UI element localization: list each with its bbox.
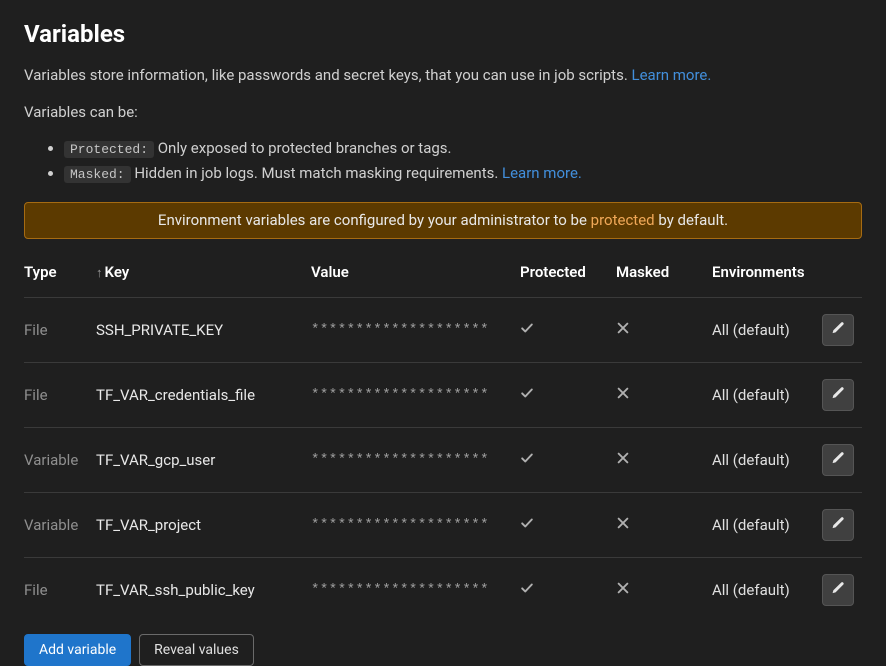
admin-notice: Environment variables are configured by … xyxy=(24,202,862,239)
pencil-icon xyxy=(831,384,845,407)
cell-type: Variable xyxy=(24,493,96,558)
x-icon xyxy=(616,581,630,599)
intro-line-1: Variables store information, like passwo… xyxy=(24,66,632,84)
table-row: File TF_VAR_ssh_public_key *************… xyxy=(24,558,862,623)
cell-value: ******************** xyxy=(311,493,520,558)
col-header-masked: Masked xyxy=(616,249,712,298)
bullet-protected: Protected: Only exposed to protected bra… xyxy=(64,137,862,160)
cell-value: ******************** xyxy=(311,428,520,493)
cell-value: ******************** xyxy=(311,363,520,428)
cell-masked xyxy=(616,558,712,623)
col-header-type: Type xyxy=(24,249,96,298)
check-icon xyxy=(520,386,534,404)
cell-protected xyxy=(520,298,616,363)
x-icon xyxy=(616,451,630,469)
col-header-key-label: Key xyxy=(105,263,130,281)
cell-type: File xyxy=(24,558,96,623)
cell-value: ******************** xyxy=(311,298,520,363)
reveal-values-button[interactable]: Reveal values xyxy=(139,634,254,666)
bullet-masked: Masked: Hidden in job logs. Must match m… xyxy=(64,162,862,185)
cell-key: TF_VAR_credentials_file xyxy=(96,363,311,428)
learn-more-link[interactable]: Learn more. xyxy=(632,66,712,84)
check-icon xyxy=(520,451,534,469)
protected-link[interactable]: protected xyxy=(591,211,655,229)
sort-asc-icon: ↑ xyxy=(96,266,103,281)
intro-line-2: Variables can be: xyxy=(24,101,862,124)
cell-protected xyxy=(520,493,616,558)
edit-button[interactable] xyxy=(822,574,854,606)
pencil-icon xyxy=(831,319,845,342)
cell-type: File xyxy=(24,298,96,363)
col-header-protected: Protected xyxy=(520,249,616,298)
cell-masked xyxy=(616,363,712,428)
learn-more-masking-link[interactable]: Learn more. xyxy=(502,164,582,182)
cell-type: File xyxy=(24,363,96,428)
pencil-icon xyxy=(831,449,845,472)
edit-button[interactable] xyxy=(822,509,854,541)
page-title: Variables xyxy=(24,16,862,52)
edit-button[interactable] xyxy=(822,444,854,476)
table-row: File TF_VAR_credentials_file ***********… xyxy=(24,363,862,428)
x-icon xyxy=(616,321,630,339)
cell-environments: All (default) xyxy=(712,558,822,623)
check-icon xyxy=(520,321,534,339)
check-icon xyxy=(520,581,534,599)
edit-button[interactable] xyxy=(822,379,854,411)
cell-protected xyxy=(520,428,616,493)
x-icon xyxy=(616,386,630,404)
x-icon xyxy=(616,516,630,534)
masked-tag: Masked: xyxy=(64,166,131,183)
cell-key: TF_VAR_ssh_public_key xyxy=(96,558,311,623)
col-header-value: Value xyxy=(311,249,520,298)
cell-value: ******************** xyxy=(311,558,520,623)
cell-environments: All (default) xyxy=(712,493,822,558)
masked-desc: Hidden in job logs. Must match masking r… xyxy=(131,164,502,182)
variables-table: Type ↑Key Value Protected Masked Environ… xyxy=(24,249,862,623)
cell-protected xyxy=(520,558,616,623)
pencil-icon xyxy=(831,514,845,537)
protected-tag: Protected: xyxy=(64,141,154,158)
cell-masked xyxy=(616,493,712,558)
cell-protected xyxy=(520,363,616,428)
table-row: File SSH_PRIVATE_KEY *******************… xyxy=(24,298,862,363)
protected-desc: Only exposed to protected branches or ta… xyxy=(154,139,451,157)
button-row: Add variable Reveal values xyxy=(24,634,862,666)
table-row: Variable TF_VAR_project ****************… xyxy=(24,493,862,558)
cell-environments: All (default) xyxy=(712,428,822,493)
cell-key: SSH_PRIVATE_KEY xyxy=(96,298,311,363)
col-header-environments: Environments xyxy=(712,249,822,298)
pencil-icon xyxy=(831,579,845,602)
admin-notice-suffix: by default. xyxy=(655,211,728,229)
cell-key: TF_VAR_project xyxy=(96,493,311,558)
cell-type: Variable xyxy=(24,428,96,493)
cell-masked xyxy=(616,428,712,493)
intro-text: Variables store information, like passwo… xyxy=(24,64,862,184)
cell-environments: All (default) xyxy=(712,298,822,363)
cell-key: TF_VAR_gcp_user xyxy=(96,428,311,493)
add-variable-button[interactable]: Add variable xyxy=(24,634,131,666)
edit-button[interactable] xyxy=(822,314,854,346)
cell-environments: All (default) xyxy=(712,363,822,428)
admin-notice-prefix: Environment variables are configured by … xyxy=(158,211,591,229)
col-header-key[interactable]: ↑Key xyxy=(96,249,311,298)
check-icon xyxy=(520,516,534,534)
table-row: Variable TF_VAR_gcp_user ***************… xyxy=(24,428,862,493)
cell-masked xyxy=(616,298,712,363)
